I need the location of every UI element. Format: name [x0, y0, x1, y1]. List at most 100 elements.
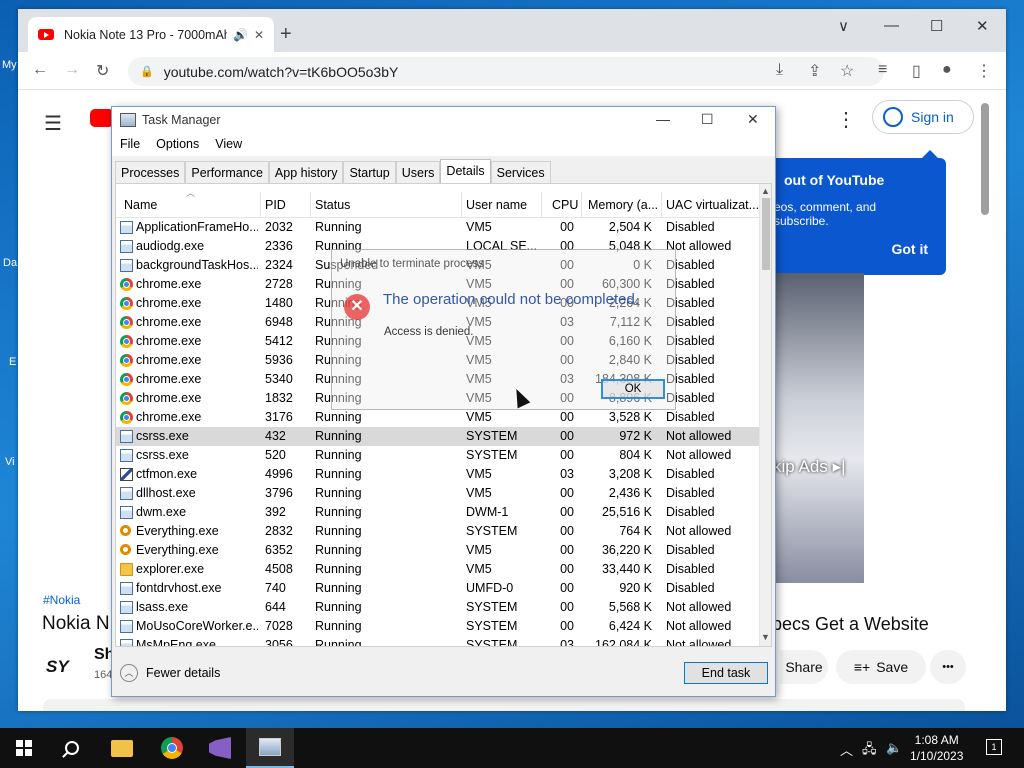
- scroll-down-icon[interactable]: ▼: [761, 632, 770, 642]
- process-uac: Disabled: [666, 410, 715, 424]
- save-button[interactable]: ≡+ Save: [836, 650, 926, 684]
- share-label: Share: [785, 659, 823, 675]
- minimize-icon[interactable]: —: [656, 111, 670, 127]
- channel-avatar[interactable]: SY: [46, 657, 69, 677]
- task-manager-titlebar[interactable]: Task Manager — ☐ ✕: [112, 107, 775, 134]
- process-win-icon: [120, 582, 133, 595]
- end-task-button[interactable]: End task: [684, 662, 768, 684]
- clock-time: 1:08 AM: [914, 733, 959, 747]
- browser-tab[interactable]: Nokia Note 13 Pro - 7000mAh 🔊 ✕: [28, 17, 274, 52]
- search-button[interactable]: [48, 728, 96, 768]
- taskbar: ︿ 🖧 🔈 1:08 AM 1/10/2023 1: [0, 728, 1024, 768]
- list-scrollbar[interactable]: ▲ ▼: [759, 184, 771, 646]
- table-row[interactable]: lsass.exe 644 Running SYSTEM 00 5,568 K Not al…: [116, 598, 761, 617]
- clock-date: 1/10/2023: [910, 749, 964, 763]
- new-tab-button[interactable]: +: [280, 23, 292, 46]
- forward-arrow-icon[interactable]: →: [64, 61, 80, 79]
- column-memory[interactable]: Memory (a...: [588, 198, 660, 212]
- back-arrow-icon[interactable]: ←: [32, 61, 48, 79]
- description-box[interactable]: [43, 699, 965, 711]
- tab-users[interactable]: Users: [395, 161, 441, 183]
- ok-button[interactable]: OK: [601, 379, 665, 399]
- sign-in-button[interactable]: Sign in: [872, 100, 974, 134]
- chrome-button[interactable]: [148, 728, 196, 768]
- table-row[interactable]: csrss.exe 432 Running SYSTEM 00 972 K Not allo…: [116, 427, 761, 446]
- column-status[interactable]: Status: [315, 198, 455, 212]
- settings-dots-icon[interactable]: ⋮: [836, 107, 856, 132]
- tab-processes[interactable]: Processes: [115, 161, 186, 183]
- close-button[interactable]: ✕: [976, 17, 989, 35]
- table-row[interactable]: dllhost.exe 3796 Running VM5 00 2,436 K Disabl…: [116, 484, 761, 503]
- got-it-button[interactable]: Got it: [891, 241, 928, 257]
- kebab-menu-icon[interactable]: ⋮: [976, 61, 992, 81]
- tab-search-button[interactable]: ∨: [838, 17, 849, 35]
- table-row[interactable]: MsMpEng.exe 3056 Running SYSTEM 03 162,084 K N…: [116, 636, 761, 647]
- scroll-up-icon[interactable]: ▲: [761, 186, 770, 196]
- menu-view[interactable]: View: [215, 134, 248, 156]
- reload-icon[interactable]: ↻: [96, 61, 109, 81]
- address-bar[interactable]: 🔒 youtube.com/watch?v=tK6bOO5o3bY: [128, 57, 884, 86]
- profile-icon[interactable]: ●: [942, 61, 952, 79]
- side-panel-icon[interactable]: ▯: [912, 61, 921, 81]
- process-uac: Disabled: [666, 220, 715, 234]
- process-pid: 5412: [265, 334, 293, 348]
- process-user: VM5: [466, 467, 492, 481]
- chevron-up-tray-icon[interactable]: ︿: [840, 740, 853, 759]
- tab-services[interactable]: Services: [490, 161, 551, 183]
- start-button[interactable]: [0, 728, 48, 768]
- column-name[interactable]: Name: [124, 198, 254, 212]
- more-actions-button[interactable]: •••: [930, 650, 966, 684]
- tab-details[interactable]: Details: [440, 159, 491, 183]
- table-row[interactable]: explorer.exe 4508 Running VM5 00 33,440 K Disa…: [116, 560, 761, 579]
- fewer-details-button[interactable]: ︿ Fewer details: [120, 664, 220, 682]
- speaker-icon[interactable]: 🔊: [233, 28, 248, 42]
- process-win-icon: [120, 221, 133, 234]
- media-control-icon[interactable]: ≡: [878, 61, 887, 79]
- task-manager-taskbar-button[interactable]: [246, 728, 294, 768]
- scrollbar-thumb[interactable]: [762, 198, 770, 270]
- process-cpu: 00: [560, 505, 574, 519]
- network-icon[interactable]: 🖧: [862, 740, 877, 762]
- task-manager-taskbar-icon: [259, 738, 281, 756]
- skip-ads-button[interactable]: kip Ads ▸|: [773, 457, 845, 477]
- tab-performance[interactable]: Performance: [185, 161, 269, 183]
- maximize-button[interactable]: ☐: [930, 17, 943, 35]
- hamburger-menu-icon[interactable]: ☰: [44, 111, 62, 136]
- column-cpu[interactable]: CPU: [552, 198, 582, 212]
- visual-studio-button[interactable]: [196, 728, 244, 768]
- table-row[interactable]: chrome.exe 3176 Running VM5 00 3,528 K Disable…: [116, 408, 761, 427]
- notification-icon[interactable]: 1: [986, 739, 1002, 755]
- bookmark-star-icon[interactable]: ☆: [840, 61, 854, 81]
- install-icon[interactable]: ⤓: [776, 61, 783, 79]
- hashtag-link[interactable]: #Nokia: [43, 593, 80, 607]
- table-row[interactable]: dwm.exe 392 Running DWM-1 00 25,516 K Disabled: [116, 503, 761, 522]
- menu-options[interactable]: Options: [156, 134, 205, 156]
- table-row[interactable]: ctfmon.exe 4996 Running VM5 03 3,208 K Disable…: [116, 465, 761, 484]
- process-user: SYSTEM: [466, 638, 518, 647]
- column-uac-virtualization[interactable]: UAC virtualizat...: [666, 198, 758, 212]
- minimize-button[interactable]: —: [884, 17, 899, 34]
- page-scrollbar[interactable]: [981, 103, 989, 215]
- share-button[interactable]: Share: [780, 650, 828, 684]
- table-row[interactable]: MoUsoCoreWorker.e... 7028 Running SYSTEM 00 6…: [116, 617, 761, 636]
- table-row[interactable]: csrss.exe 520 Running SYSTEM 00 804 K Not allo…: [116, 446, 761, 465]
- clock[interactable]: 1:08 AM 1/10/2023: [910, 732, 963, 764]
- share-icon[interactable]: ⇪: [808, 61, 821, 81]
- table-row[interactable]: Everything.exe 2832 Running SYSTEM 00 764 K No…: [116, 522, 761, 541]
- close-tab-icon[interactable]: ✕: [254, 28, 264, 42]
- table-row[interactable]: ApplicationFrameHo... 2032 Running VM5 00 2,5…: [116, 218, 761, 237]
- volume-icon[interactable]: 🔈: [886, 740, 902, 756]
- close-icon[interactable]: ✕: [747, 111, 759, 128]
- tab-startup[interactable]: Startup: [343, 161, 396, 183]
- menu-file[interactable]: File: [120, 134, 146, 156]
- column-pid[interactable]: PID: [265, 198, 305, 212]
- video-player[interactable]: [776, 273, 864, 583]
- tab-app-history[interactable]: App history: [268, 161, 344, 183]
- table-row[interactable]: fontdrvhost.exe 740 Running UMFD-0 00 920 K Di…: [116, 579, 761, 598]
- column-user-name[interactable]: User name: [466, 198, 538, 212]
- process-pid: 432: [265, 429, 286, 443]
- windows-logo-icon: [16, 740, 32, 756]
- file-explorer-button[interactable]: [98, 728, 146, 768]
- table-row[interactable]: Everything.exe 6352 Running VM5 00 36,220 K Di…: [116, 541, 761, 560]
- maximize-icon[interactable]: ☐: [701, 111, 714, 128]
